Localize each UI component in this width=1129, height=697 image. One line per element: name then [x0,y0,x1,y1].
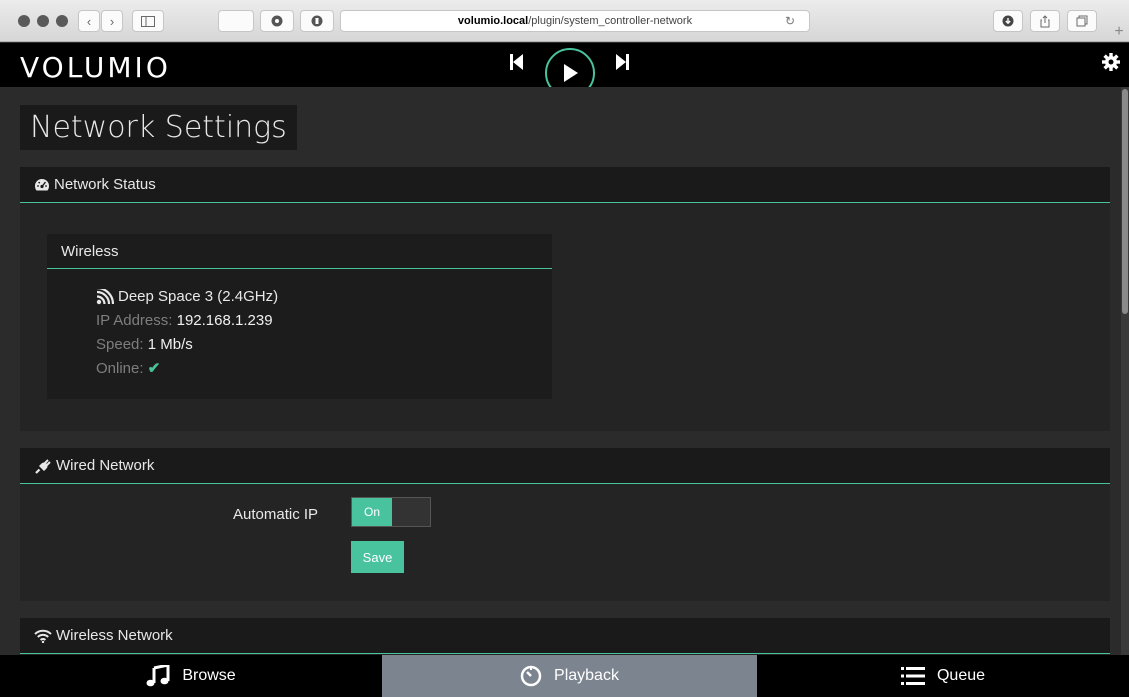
back-button[interactable]: ‹ [78,10,100,32]
clock-icon [520,665,542,687]
scrollbar-thumb[interactable] [1122,89,1128,314]
checkmark-icon: ✔ [147,360,161,377]
volumio-logo: VOLUMIO [20,51,171,84]
wireless-card-body: Deep Space 3 (2.4GHz) IP Address: 192.16… [47,269,552,381]
skip-back-icon [510,54,523,70]
url-path: /plugin/system_controller-network [528,15,693,27]
play-icon [564,64,578,82]
automatic-ip-toggle[interactable]: On [351,497,431,527]
url-host: volumio.local [457,15,529,27]
wireless-network-title: Wireless Network [56,627,173,644]
wired-network-header: Wired Network [20,448,1110,484]
wired-network-title: Wired Network [56,457,155,474]
plus-icon: + [1114,23,1124,40]
ip-address-row: IP Address: 192.168.1.239 [96,309,552,333]
tab-browse-label: Browse [182,667,236,684]
tab-browse[interactable]: Browse [0,655,382,697]
network-status-section: Network Status Wireless Deep Space 3 (2.… [20,167,1110,431]
adblock-extension-button[interactable] [300,10,334,32]
hand-icon [311,15,323,27]
speed-row: Speed: 1 Mb/s [96,333,552,357]
address-bar[interactable]: volumio.local/plugin/system_controller-n… [340,10,810,32]
save-button[interactable]: Save [351,541,404,573]
chevron-right-icon: › [109,13,115,29]
tab-queue-label: Queue [936,667,986,684]
wireless-network-header: Wireless Network [20,618,1110,654]
tab-playback[interactable]: Playback [382,655,757,697]
share-icon [1040,14,1050,27]
sidebar-toggle-button[interactable] [132,10,164,32]
plug-icon [34,458,52,474]
shield-icon [271,15,283,27]
skip-forward-icon [616,54,629,70]
next-track-button[interactable] [615,53,629,77]
wifi-signal-icon [96,289,114,305]
network-status-title: Network Status [54,176,156,193]
wired-network-section: Wired Network Automatic IP On Save [20,448,1110,601]
speed-label: Speed: [96,336,144,353]
wifi-icon [34,629,52,643]
music-note-icon [146,665,170,687]
sidebar-icon [141,15,155,27]
share-button[interactable] [1030,10,1060,32]
downloads-button[interactable] [993,10,1023,32]
forward-button[interactable]: › [101,10,123,32]
chevron-left-icon: ‹ [86,13,92,29]
reload-icon[interactable]: ↻ [785,14,795,28]
wireless-network-section: Wireless Network [20,618,1110,655]
online-label: Online: [96,360,144,377]
tab-queue[interactable]: Queue [757,655,1129,697]
previous-track-button[interactable] [510,53,524,77]
page-scrollbar[interactable] [1121,87,1129,655]
wireless-ssid-row: Deep Space 3 (2.4GHz) [96,285,552,309]
footer-nav: Browse Playback Queue [0,655,1129,697]
close-window-button[interactable] [18,15,30,27]
toggle-on-label: On [352,498,392,526]
wireless-card-title: Wireless [47,234,552,269]
network-status-header: Network Status [20,167,1110,203]
speed-value: 1 Mb/s [147,336,193,353]
tab-playback-label: Playback [554,667,619,684]
new-tab-button[interactable]: + [1109,22,1129,42]
tabs-icon [1076,15,1088,27]
ip-address-label: IP Address: [96,312,173,329]
wireless-ssid: Deep Space 3 (2.4GHz) [118,288,279,305]
minimize-window-button[interactable] [37,15,49,27]
privacy-extension-button[interactable] [260,10,294,32]
dashboard-icon [34,178,50,192]
extension-blank-button[interactable] [218,10,254,32]
page-title: Network Settings [20,105,297,150]
settings-content: Network Settings Network Status Wireless… [0,87,1129,655]
download-icon [1002,15,1014,27]
browser-toolbar: ‹ › volumio.local/plugin/system_controll… [0,0,1129,42]
tabs-overview-button[interactable] [1067,10,1097,32]
wireless-status-card: Wireless Deep Space 3 (2.4GHz) IP Addres… [47,234,552,399]
gear-icon [1102,53,1120,71]
automatic-ip-label: Automatic IP [233,506,319,523]
settings-button[interactable] [1101,52,1121,77]
zoom-window-button[interactable] [56,15,68,27]
list-icon [900,666,925,686]
online-row: Online: ✔ [96,357,552,381]
ip-address-value: 192.168.1.239 [176,312,273,329]
